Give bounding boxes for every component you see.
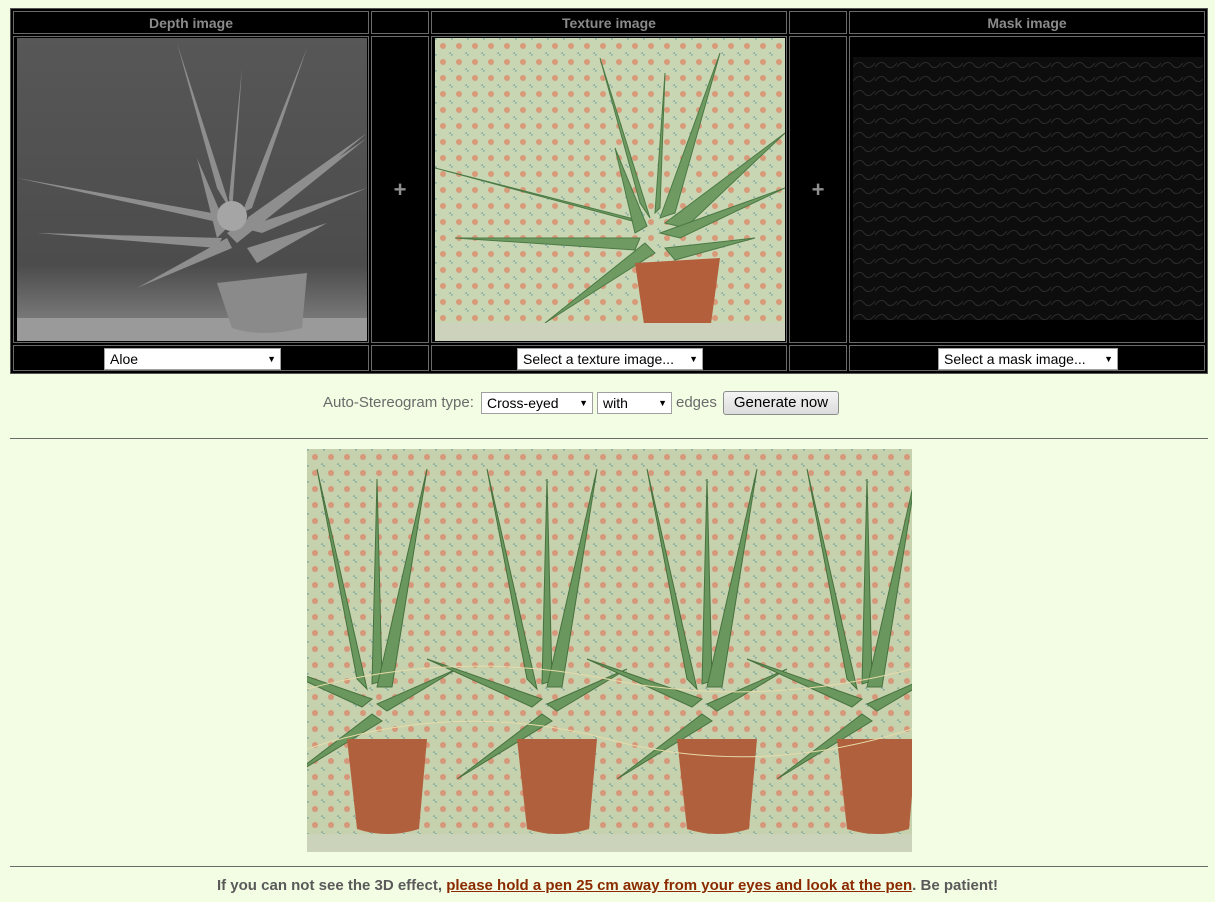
depth-select-cell: Aloe ▼ [13,345,369,371]
stereogram-graphic [307,449,912,852]
edges-label: edges [676,394,717,411]
chevron-down-icon: ▼ [658,398,667,408]
mask-image-cell [849,36,1205,343]
texture-select-value: Select a texture image... [523,351,674,367]
header-spacer [371,11,429,34]
image-input-panel: Depth image Texture image Mask image + +… [10,8,1208,374]
stereogram-type-select[interactable]: Cross-eyed ▼ [481,392,593,414]
stereogram-result-image [307,449,912,852]
mask-select-cell: Select a mask image... ▼ [849,345,1205,371]
chevron-down-icon: ▼ [1104,354,1113,364]
generate-now-button[interactable]: Generate now [723,391,839,415]
footer-suffix: . Be patient! [912,877,999,894]
texture-image-header: Texture image [431,11,787,34]
select-spacer [371,345,429,371]
depth-image-select[interactable]: Aloe ▼ [104,348,281,370]
chevron-down-icon: ▼ [689,354,698,364]
edges-value: with [603,395,628,411]
stereogram-controls: Auto-Stereogram type: Cross-eyed ▼ with … [0,390,1215,416]
header-spacer [789,11,847,34]
edges-select[interactable]: with ▼ [597,392,672,414]
select-spacer [789,345,847,371]
depth-image[interactable] [17,38,367,341]
divider-top [10,438,1208,439]
depth-image-cell [13,36,369,343]
mask-image-header: Mask image [849,11,1205,34]
texture-image-cell [431,36,787,343]
depth-image-header: Depth image [13,11,369,34]
stereogram-type-value: Cross-eyed [487,395,559,411]
footer-hint: If you can not see the 3D effect, please… [0,877,1215,894]
pen-instructions-link[interactable]: please hold a pen 25 cm away from your e… [446,877,912,894]
texture-image[interactable] [435,38,785,341]
texture-select-cell: Select a texture image... ▼ [431,345,787,371]
chevron-down-icon: ▼ [267,354,276,364]
divider-bottom [10,866,1208,867]
depth-select-value: Aloe [110,351,139,367]
texture-image-select[interactable]: Select a texture image... ▼ [517,348,703,370]
mask-select-value: Select a mask image... [944,351,1086,367]
mask-image[interactable] [853,57,1203,320]
depth-image-graphic [17,38,367,341]
chevron-down-icon: ▼ [579,398,588,408]
plus-icon: + [789,36,847,343]
plus-icon: + [371,36,429,343]
texture-image-graphic [435,38,785,341]
mask-image-select[interactable]: Select a mask image... ▼ [938,348,1118,370]
type-label: Auto-Stereogram type: [323,394,474,411]
footer-prefix: If you can not see the 3D effect, [216,877,447,894]
mask-image-graphic [853,57,1203,320]
